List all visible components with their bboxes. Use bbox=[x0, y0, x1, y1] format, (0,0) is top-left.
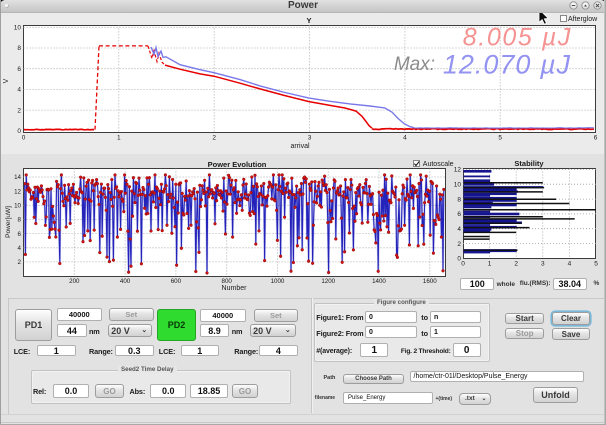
svg-text:2: 2 bbox=[212, 135, 216, 142]
svg-text:0: 0 bbox=[22, 135, 26, 142]
svg-text:8: 8 bbox=[18, 217, 22, 224]
svg-text:Stability: Stability bbox=[514, 159, 544, 168]
svg-text:6: 6 bbox=[594, 135, 598, 142]
svg-text:8.005 µJ: 8.005 µJ bbox=[463, 24, 572, 52]
svg-text:4: 4 bbox=[457, 226, 461, 233]
svg-text:2: 2 bbox=[18, 259, 22, 266]
svg-text:8: 8 bbox=[457, 196, 461, 203]
svg-text:6: 6 bbox=[457, 211, 461, 218]
svg-text:10: 10 bbox=[454, 181, 462, 188]
svg-text:Power[uW]: Power[uW] bbox=[5, 206, 12, 238]
svg-text:5: 5 bbox=[594, 261, 598, 268]
svg-text:Max:: Max: bbox=[394, 54, 435, 75]
svg-text:1600: 1600 bbox=[423, 278, 437, 285]
svg-text:1200: 1200 bbox=[321, 278, 335, 285]
svg-text:1400: 1400 bbox=[372, 278, 386, 285]
svg-text:5: 5 bbox=[498, 135, 502, 142]
svg-text:600: 600 bbox=[171, 278, 182, 285]
svg-text:10: 10 bbox=[14, 203, 21, 210]
svg-text:8: 8 bbox=[17, 45, 21, 52]
svg-text:arrival: arrival bbox=[290, 143, 310, 150]
svg-text:12.070 µJ: 12.070 µJ bbox=[443, 49, 571, 79]
svg-text:10: 10 bbox=[14, 25, 22, 32]
svg-text:6: 6 bbox=[17, 66, 21, 73]
svg-text:3: 3 bbox=[308, 135, 312, 142]
svg-text:V: V bbox=[3, 78, 10, 83]
svg-text:12: 12 bbox=[454, 167, 462, 174]
svg-text:2: 2 bbox=[514, 261, 518, 268]
svg-text:4: 4 bbox=[17, 87, 21, 94]
svg-text:Y: Y bbox=[306, 16, 311, 25]
svg-text:2: 2 bbox=[457, 241, 461, 248]
svg-text:400: 400 bbox=[120, 278, 131, 285]
svg-text:2: 2 bbox=[17, 107, 21, 114]
svg-text:4: 4 bbox=[18, 245, 22, 252]
svg-text:Number: Number bbox=[222, 285, 248, 292]
svg-text:800: 800 bbox=[222, 278, 233, 285]
svg-text:Power Evolution: Power Evolution bbox=[208, 160, 267, 169]
svg-text:3: 3 bbox=[541, 261, 545, 268]
svg-text:1: 1 bbox=[117, 135, 121, 142]
svg-text:4: 4 bbox=[403, 135, 407, 142]
svg-text:0: 0 bbox=[461, 261, 465, 268]
svg-text:14: 14 bbox=[14, 174, 21, 181]
svg-text:1000: 1000 bbox=[271, 278, 285, 285]
svg-text:4: 4 bbox=[568, 261, 572, 268]
svg-text:1: 1 bbox=[488, 261, 492, 268]
svg-text:12: 12 bbox=[14, 188, 21, 195]
svg-text:200: 200 bbox=[69, 278, 80, 285]
svg-text:6: 6 bbox=[18, 231, 22, 238]
